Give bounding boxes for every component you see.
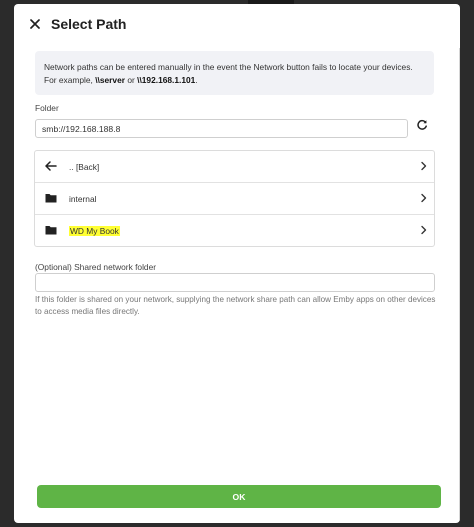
- list-item-label: internal: [69, 193, 97, 204]
- folder-input-value: smb://192.168.188.8: [42, 123, 121, 134]
- close-button[interactable]: [26, 15, 44, 33]
- folder-list: .. [Back] internal WD My Book: [34, 150, 435, 247]
- list-item-internal[interactable]: internal: [35, 183, 434, 215]
- info-text-or: or: [125, 74, 138, 85]
- list-item-back[interactable]: .. [Back]: [35, 151, 434, 183]
- arrow-left-icon: [44, 160, 58, 172]
- dialog-header: Select Path: [14, 4, 460, 44]
- info-example-ip: \\192.168.1.101: [137, 74, 196, 85]
- select-path-dialog: Select Path Network paths can be entered…: [14, 4, 460, 523]
- dialog-title: Select Path: [51, 16, 127, 32]
- folder-icon: [44, 192, 58, 204]
- scroll-edge: [459, 48, 460, 520]
- folder-label: Folder: [35, 103, 59, 113]
- folder-icon: [44, 224, 58, 236]
- list-item-label: WD My Book: [69, 225, 120, 236]
- chevron-right-icon: [421, 225, 427, 235]
- info-box: Network paths can be entered manually in…: [35, 51, 434, 95]
- list-item-label: .. [Back]: [69, 161, 100, 172]
- info-text-end: .: [195, 74, 198, 85]
- shared-folder-label: (Optional) Shared network folder: [35, 262, 157, 272]
- refresh-button[interactable]: [413, 116, 431, 134]
- refresh-icon: [417, 119, 427, 130]
- info-example-server: \\server: [95, 74, 126, 85]
- shared-folder-input[interactable]: [35, 273, 435, 292]
- ok-button[interactable]: OK: [37, 485, 441, 508]
- screen: Select Path Network paths can be entered…: [0, 0, 474, 527]
- folder-input[interactable]: smb://192.168.188.8: [35, 119, 408, 138]
- list-item-wd-my-book[interactable]: WD My Book: [35, 215, 434, 246]
- chevron-right-icon: [421, 193, 427, 203]
- shared-folder-help: If this folder is shared on your network…: [35, 295, 436, 317]
- chevron-right-icon: [421, 161, 427, 171]
- close-icon: [30, 19, 40, 29]
